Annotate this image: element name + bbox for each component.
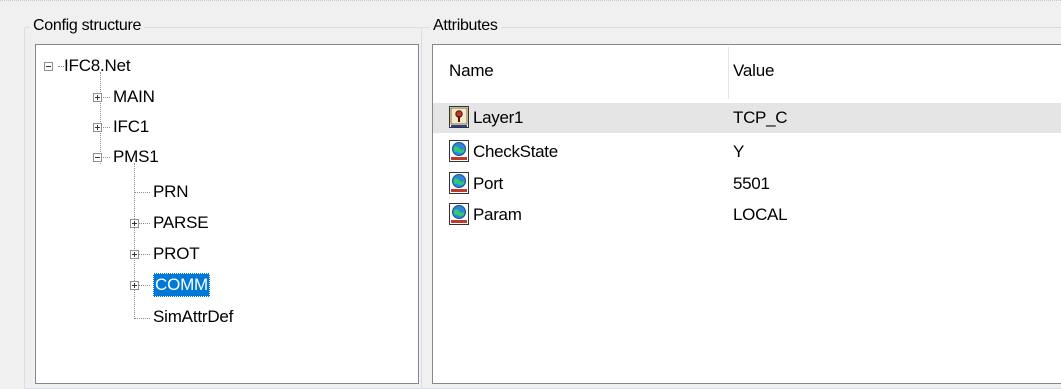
tree-node-label: PARSE [153,213,209,232]
expand-icon[interactable] [130,219,139,228]
attribute-value: TCP_C [733,108,788,127]
attribute-name: Layer1 [473,108,524,127]
collapse-icon[interactable] [93,153,102,162]
attribute-globe-icon [449,140,469,162]
tree-line [134,163,136,319]
tree-node-label: PMS1 [113,147,159,166]
attribute-globe-icon [449,203,469,225]
attribute-name: Param [473,205,522,224]
config-tree[interactable]: IFC8.Net MAIN IFC1 PMS1 PRN PARSE PROT C… [35,44,419,384]
expand-icon[interactable] [93,123,102,132]
tree-line [134,192,150,194]
attribute-row[interactable]: Port 5501 [433,169,1061,199]
expand-icon[interactable] [93,93,102,102]
expand-icon[interactable] [130,250,139,259]
attribute-name: CheckState [473,142,558,161]
tree-line [134,318,150,320]
column-separator[interactable] [728,47,729,99]
tree-node-label: IFC8.Net [64,56,131,75]
top-divider [0,0,1061,2]
column-header-value[interactable]: Value [733,60,774,82]
tree-node-label: PROT [153,244,200,263]
tree-node-label: MAIN [113,87,155,106]
tree-line [100,72,102,164]
tree-node-label: SimAttrDef [153,307,234,326]
collapse-icon[interactable] [44,62,53,71]
config-structure-title: Config structure [30,17,145,35]
expand-icon[interactable] [130,281,139,290]
attribute-value: 5501 [733,174,770,193]
tree-node-label: IFC1 [113,117,150,136]
attribute-row[interactable]: Param LOCAL [433,200,1061,230]
attribute-row[interactable]: Layer1 TCP_C [433,103,1061,133]
attribute-key-icon [449,106,469,128]
attribute-value: LOCAL [733,205,788,224]
attributes-title: Attributes [430,17,501,35]
column-header-name[interactable]: Name [449,60,494,82]
attributes-list[interactable]: Name Value Layer1 TCP_C CheckState Y Por… [432,44,1061,384]
tree-node-label-selected: COMM [153,273,211,297]
attribute-name: Port [473,174,503,193]
attribute-value: Y [733,142,745,161]
attribute-globe-icon [449,172,469,194]
tree-node-label: PRN [153,182,189,201]
attribute-row[interactable]: CheckState Y [433,137,1061,167]
